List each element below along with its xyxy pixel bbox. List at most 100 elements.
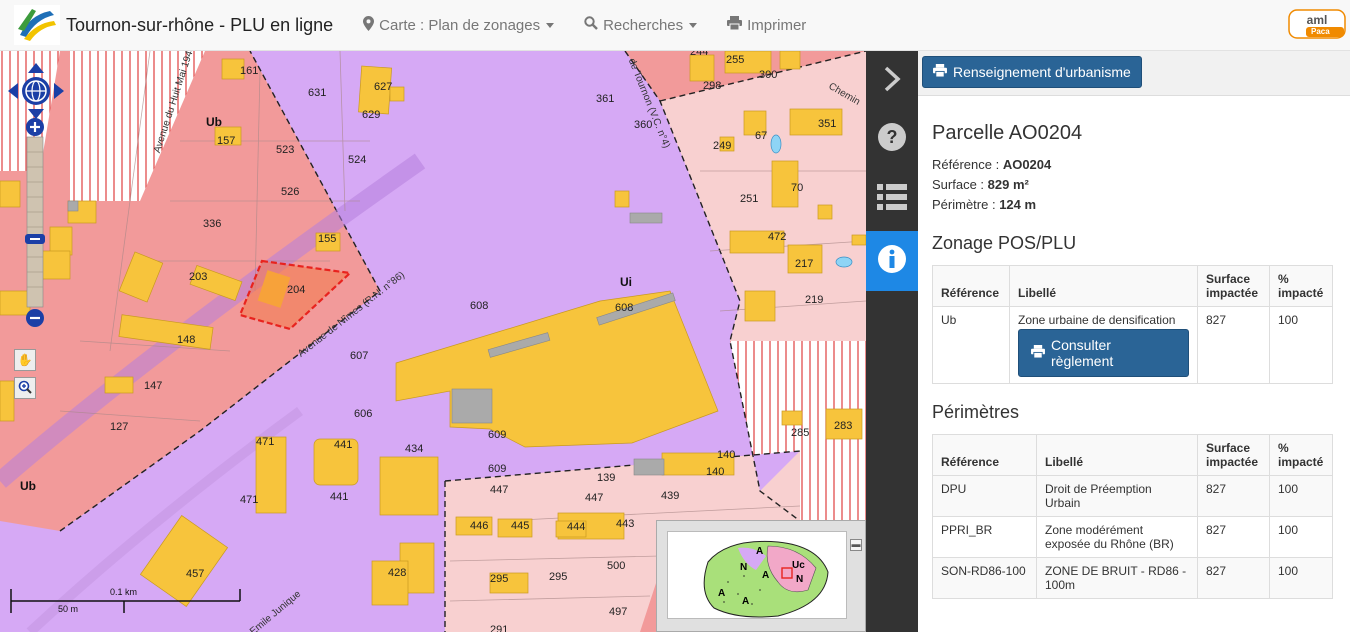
table-header: Surface impactée [1197,434,1270,476]
parcel-label[interactable]: 444 [567,521,585,533]
parcel-label[interactable]: 217 [795,258,813,270]
parcel-label[interactable]: 203 [189,271,207,283]
parcel-label[interactable]: 147 [144,380,162,392]
nav-recherches-dropdown[interactable]: Recherches [584,16,698,34]
parcel-label[interactable]: 244 [690,51,708,58]
parcel-label[interactable]: 336 [203,218,221,230]
pan-control[interactable] [8,63,64,119]
parcel-label[interactable]: 295 [490,573,508,585]
zonage-libelle-cell: Zone urbaine de densification Consulter … [1009,306,1198,384]
parcel-label[interactable]: 148 [177,334,195,346]
parcel-label[interactable]: 251 [740,193,758,205]
parcel-label[interactable]: 67 [755,130,767,142]
parcel-label[interactable]: 608 [470,300,488,312]
perimetres-heading: Périmètres [932,402,1020,422]
parcel-label[interactable]: 500 [607,560,625,572]
parcel-label[interactable]: 608 [615,302,633,314]
consulter-reglement-button[interactable]: Consulter règlement [1018,329,1189,377]
parcel-label[interactable]: 526 [281,186,299,198]
parcel-label[interactable]: 627 [374,81,392,93]
scale-m-label: 50 m [58,604,79,614]
town-logo[interactable] [14,5,60,45]
app-title[interactable]: Tournon-sur-rhône - PLU en ligne [66,15,333,36]
overview-map[interactable]: A N A A A Uc N ▬ [656,520,866,632]
overview-zone-label: A [762,570,770,581]
overview-map-canvas[interactable]: A N A A A Uc N [667,531,847,619]
parcel-label[interactable]: 255 [726,54,744,66]
parcel-label[interactable]: 219 [805,294,823,306]
table-row: Ub Zone urbaine de densification Consult… [932,306,1333,384]
parcel-label[interactable]: 631 [308,87,326,99]
parcel-label[interactable]: 441 [330,491,348,503]
parcel-label[interactable]: 283 [834,420,852,432]
parcel-label[interactable]: 155 [318,233,336,245]
parcel-label[interactable]: 497 [609,606,627,618]
svg-text:aml: aml [1307,13,1328,27]
parcel-label[interactable]: 295 [549,571,567,583]
parcel-label[interactable]: 127 [110,421,128,433]
map-view[interactable]: Ub Ui Ub 161 631 627 629 157 523 524 526… [0,51,866,632]
parcel-label[interactable]: 161 [240,65,258,77]
list-icon [877,183,907,215]
parcel-label[interactable]: 471 [240,494,258,506]
parcel-label[interactable]: 204 [287,284,305,296]
parcel-label[interactable]: 361 [596,93,614,105]
parcel-label[interactable]: 609 [488,429,506,441]
parcel-label[interactable]: 140 [717,449,735,461]
panel-content: Parcelle AO0204 Référence : AO0204 Surfa… [918,122,1350,599]
parcel-label[interactable]: 609 [488,463,506,475]
overview-zone-label: A [718,588,726,599]
parcel-label[interactable]: 524 [348,154,366,166]
parcel-label[interactable]: 446 [470,520,488,532]
parcel-label[interactable]: 471 [256,436,274,448]
zoom-slider-handle[interactable] [24,232,46,246]
nav-carte-dropdown[interactable]: Carte : Plan de zonages [363,15,555,35]
renseignement-urbanisme-button[interactable]: Renseignement d'urbanisme [922,56,1142,88]
overview-collapse-button[interactable]: ▬ [850,539,862,551]
zoom-box-tool[interactable] [14,377,36,399]
parcel-label[interactable]: 285 [791,427,809,439]
info-tab-button[interactable] [866,231,918,291]
pan-hand-tool[interactable]: ✋ [14,349,36,371]
table-header: Libellé [1036,434,1198,476]
brand-logo[interactable]: aml Paca [1288,9,1346,39]
parcel-label[interactable]: 441 [334,439,352,451]
perimetre-ref: SON-RD86-100 [932,557,1037,599]
parcel-label[interactable]: 523 [276,144,294,156]
panel-toolbar: Renseignement d'urbanisme [918,51,1350,96]
help-tab-button[interactable]: ? [866,109,918,169]
parcel-label[interactable]: 472 [768,231,786,243]
parcel-label[interactable]: 443 [616,518,634,530]
parcel-label[interactable]: 157 [217,135,235,147]
parcel-title: Parcelle AO0204 [932,122,1083,144]
parcel-label[interactable]: 298 [703,80,721,92]
parcel-label[interactable]: 428 [388,567,406,579]
perimetre-pct: 100 [1269,557,1333,599]
nav-imprimer-label: Imprimer [747,16,807,34]
parcel-label[interactable]: 606 [354,408,372,420]
nav-imprimer-button[interactable]: Imprimer [727,16,806,34]
parcel-label[interactable]: 70 [791,182,803,194]
parcel-label[interactable]: 629 [362,109,380,121]
table-header: Référence [932,265,1010,307]
zoom-slider[interactable] [24,117,46,327]
parcel-label[interactable]: 439 [661,490,679,502]
parcel-label[interactable]: 434 [405,443,423,455]
zone-label: Ui [620,275,632,289]
parcel-label[interactable]: 249 [713,140,731,152]
toggle-panel-button[interactable] [866,51,918,111]
parcel-label[interactable]: 447 [490,484,508,496]
parcel-label[interactable]: 607 [350,350,368,362]
parcel-label[interactable]: 139 [597,472,615,484]
chevron-down-icon [689,22,698,28]
parcel-label[interactable]: 351 [818,118,836,130]
parcel-label[interactable]: 445 [511,520,529,532]
parcel-label[interactable]: 291 [490,624,508,632]
perimetre-libelle: Droit de Préemption Urbain [1036,475,1198,517]
parcel-label[interactable]: 300 [759,69,777,81]
parcel-label[interactable]: 447 [585,492,603,504]
help-icon: ? [877,122,907,157]
map-marker-icon [363,15,375,35]
layers-tab-button[interactable] [866,169,918,229]
parcel-label[interactable]: 140 [706,466,724,478]
